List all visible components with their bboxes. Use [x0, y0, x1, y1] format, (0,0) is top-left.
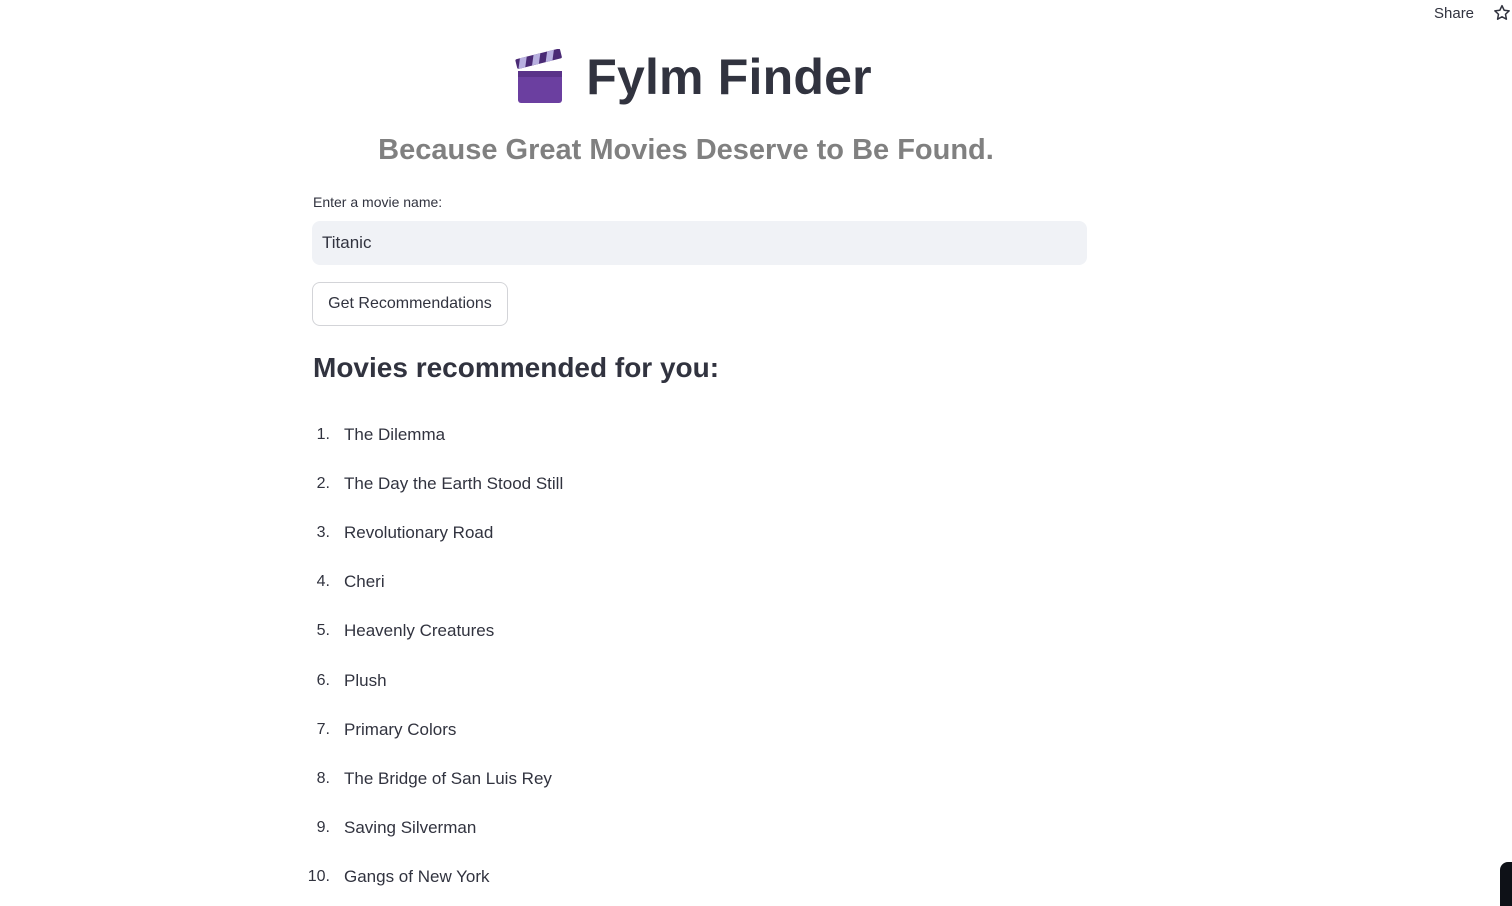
list-item: 7. Primary Colors — [300, 705, 563, 754]
list-item-number: 2. — [316, 474, 330, 492]
list-item-number: 10. — [307, 868, 330, 886]
clapper-board-icon — [515, 49, 563, 103]
movie-name-input[interactable] — [312, 221, 1087, 265]
list-item-title: The Day the Earth Stood Still — [344, 473, 564, 493]
list-item-title: Primary Colors — [344, 719, 457, 739]
share-button[interactable]: Share — [1428, 3, 1480, 24]
list-item-number: 1. — [316, 425, 330, 443]
page-subtitle: Because Great Movies Deserve to Be Found… — [378, 134, 994, 166]
list-item-title: Saving Silverman — [344, 818, 477, 838]
list-item: 5. Heavenly Creatures — [300, 607, 563, 656]
list-item-number: 9. — [316, 819, 330, 837]
list-item-title: The Bridge of San Luis Rey — [344, 768, 552, 788]
recommendations-list: 1. The Dilemma 2. The Day the Earth Stood … — [300, 410, 563, 902]
list-item-number: 7. — [316, 720, 330, 738]
list-item: 6. Plush — [300, 656, 563, 705]
list-item-title: Cheri — [344, 572, 385, 592]
list-item-title: The Dilemma — [344, 424, 446, 444]
title-row: Fylm Finder — [0, 48, 1386, 106]
list-item-number: 5. — [316, 622, 330, 640]
list-item: 9. Saving Silverman — [300, 804, 563, 853]
list-item: 3. Revolutionary Road — [300, 508, 563, 557]
list-item-title: Heavenly Creatures — [344, 621, 495, 641]
list-item-number: 3. — [316, 523, 330, 541]
movie-name-label: Enter a movie name: — [313, 194, 443, 210]
list-item: 2. The Day the Earth Stood Still — [300, 459, 564, 508]
list-item: 8. The Bridge of San Luis Rey — [300, 754, 563, 803]
list-item: 1. The Dilemma — [300, 410, 563, 459]
list-item-title: Gangs of New York — [344, 867, 490, 887]
list-item-number: 6. — [316, 671, 330, 689]
list-item-number: 4. — [316, 573, 330, 591]
recommendations-heading: Movies recommended for you: — [313, 352, 720, 383]
list-item-title: Revolutionary Road — [344, 522, 494, 542]
manage-app-widget[interactable] — [1500, 862, 1512, 906]
list-item-title: Plush — [344, 670, 387, 690]
page-title: Fylm Finder — [586, 49, 872, 105]
list-item-number: 8. — [316, 769, 330, 787]
list-item: 10. Gangs of New York — [300, 853, 563, 902]
get-recommendations-button[interactable]: Get Recommendations — [312, 282, 508, 326]
star-icon[interactable] — [1492, 3, 1512, 23]
list-item: 4. Cheri — [300, 558, 563, 607]
